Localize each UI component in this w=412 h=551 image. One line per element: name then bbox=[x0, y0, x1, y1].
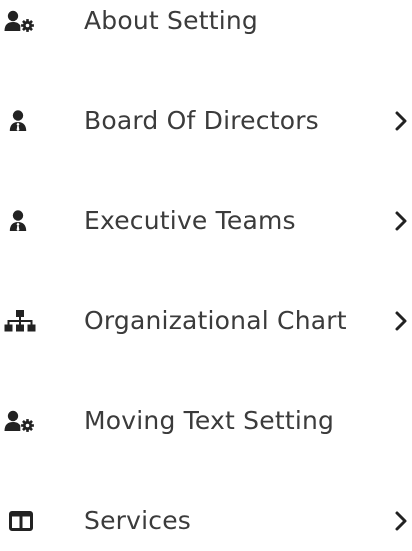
menu-item-services[interactable]: Services bbox=[0, 491, 412, 551]
menu-item-executive-teams[interactable]: Executive Teams bbox=[0, 191, 412, 251]
sidebar-menu: About Setting Board Of Directors Executi… bbox=[0, 0, 412, 538]
menu-item-label: Organizational Chart bbox=[84, 306, 347, 335]
menu-item-organizational-chart[interactable]: Organizational Chart bbox=[0, 291, 412, 351]
user-gear-icon bbox=[4, 8, 38, 34]
menu-item-moving-text-setting[interactable]: Moving Text Setting bbox=[0, 391, 412, 451]
columns-icon bbox=[4, 508, 38, 534]
user-tie-icon bbox=[4, 208, 38, 234]
menu-item-label: Executive Teams bbox=[84, 206, 296, 235]
chevron-right-icon bbox=[393, 210, 409, 232]
menu-item-label: Board Of Directors bbox=[84, 106, 319, 135]
sitemap-icon bbox=[4, 308, 38, 334]
menu-item-about-setting[interactable]: About Setting bbox=[0, 0, 412, 51]
user-tie-icon bbox=[4, 108, 38, 134]
user-gear-icon bbox=[4, 408, 38, 434]
menu-item-label: About Setting bbox=[84, 6, 258, 35]
menu-item-label: Moving Text Setting bbox=[84, 406, 335, 435]
menu-item-board-of-directors[interactable]: Board Of Directors bbox=[0, 91, 412, 151]
chevron-right-icon bbox=[393, 310, 409, 332]
menu-item-label: Services bbox=[84, 506, 192, 535]
chevron-right-icon bbox=[393, 110, 409, 132]
chevron-right-icon bbox=[393, 510, 409, 532]
